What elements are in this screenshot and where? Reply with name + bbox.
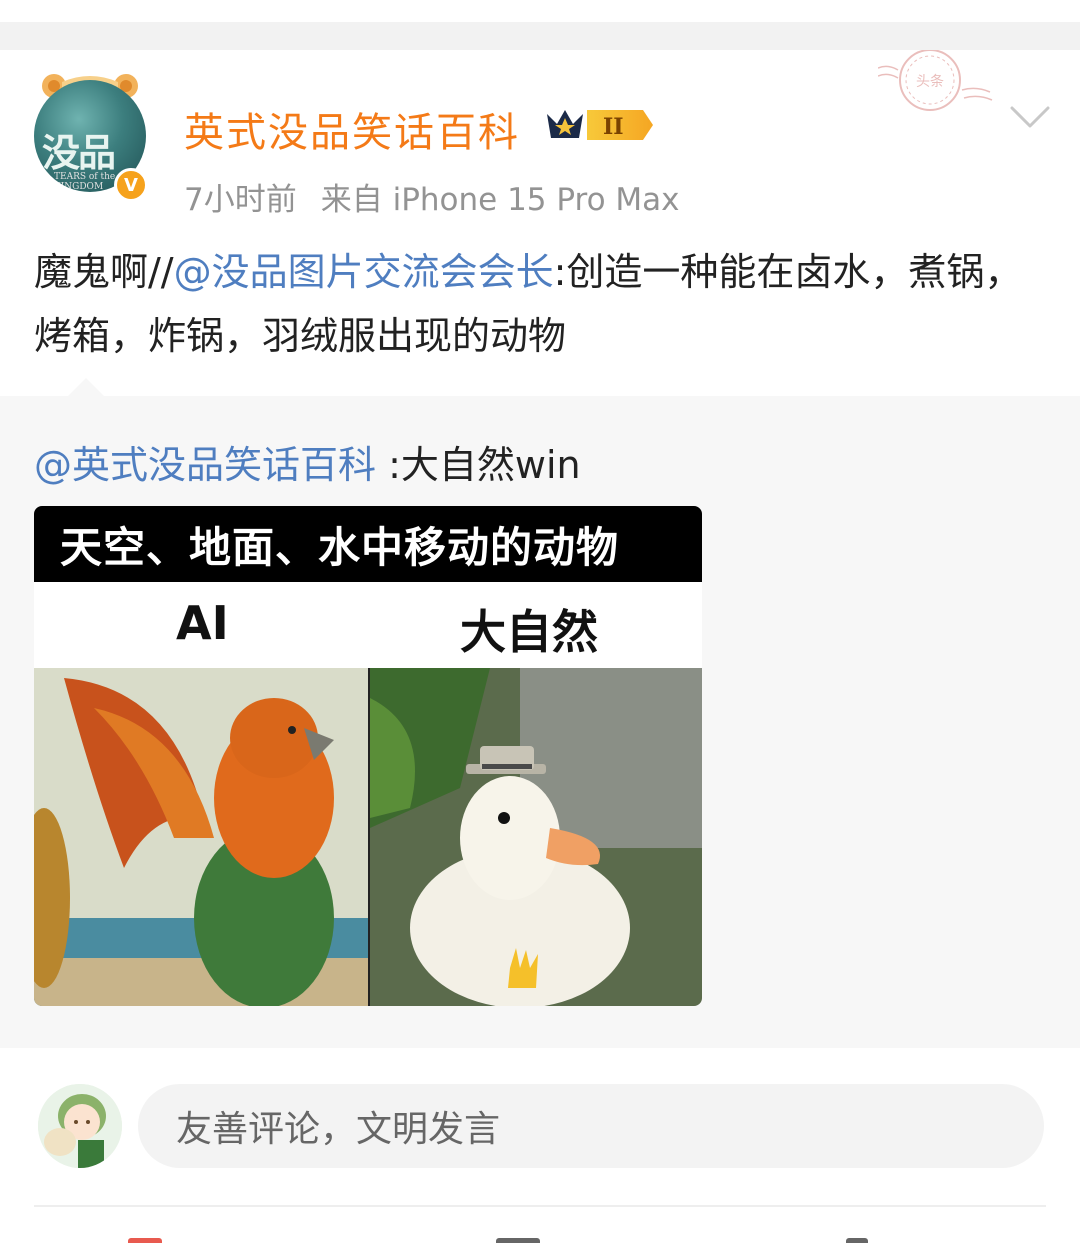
crown-level-icon[interactable]: II <box>543 104 655 146</box>
repost-text: @英式没品笑话百科 :大自然win <box>34 434 581 489</box>
comment-row: 友善评论，文明发言 <box>0 1080 1080 1180</box>
repost-image[interactable]: 天空、地面、水中移动的动物 AI 大自然 <box>34 506 702 1006</box>
comment-input[interactable]: 友善评论，文明发言 <box>138 1084 1044 1168</box>
post-time: 7小时前 <box>184 182 297 218</box>
chevron-down-icon[interactable] <box>1008 102 1052 132</box>
stamp-text: 头条 <box>916 73 944 90</box>
repost-notch <box>68 378 104 396</box>
action-divider <box>34 1205 1046 1207</box>
top-strip <box>0 0 1080 22</box>
post-source: 来自 iPhone 15 Pro Max <box>320 182 680 218</box>
griffin-image <box>34 668 368 1006</box>
feed-gap <box>0 22 1080 50</box>
repost-body: :大自然win <box>376 443 581 487</box>
author-avatar[interactable]: 没品 TEARS of the KINGDOM V <box>34 72 148 202</box>
action-bar <box>0 1232 1080 1243</box>
meme-label-ai: AI <box>176 596 229 650</box>
weibo-post: 头条 没品 TEARS of the KINGDOM V 英式没品笑话百科 II… <box>0 50 1080 1243</box>
author-name[interactable]: 英式没品笑话百科 <box>184 100 520 158</box>
stamp-icon: 头条 <box>878 50 993 111</box>
meme-label-nature: 大自然 <box>460 605 598 659</box>
repost-card[interactable]: @英式没品笑话百科 :大自然win 天空、地面、水中移动的动物 AI 大自然 <box>0 396 1080 1048</box>
repost-mention-link[interactable]: @英式没品笑话百科 <box>34 443 376 487</box>
verified-badge-icon: V <box>114 168 148 202</box>
duck-image <box>370 668 702 1006</box>
repost-icon[interactable] <box>128 1238 162 1243</box>
post-mention-link[interactable]: @没品图片交流会会长 <box>174 250 554 294</box>
like-icon[interactable] <box>846 1238 868 1243</box>
user-avatar[interactable] <box>38 1084 122 1168</box>
avatar-text: 没品 <box>42 131 116 175</box>
level-text: II <box>603 114 624 140</box>
comment-icon[interactable] <box>496 1238 540 1243</box>
meme-banner: 天空、地面、水中移动的动物 <box>34 506 702 582</box>
post-text-prefix: 魔鬼啊// <box>34 250 174 294</box>
post-text: 魔鬼啊//@没品图片交流会会长:创造一种能在卤水，煮锅，烤箱，炸锅，羽绒服出现的… <box>34 240 1044 368</box>
post-meta: 7小时前 来自 iPhone 15 Pro Max <box>184 174 704 219</box>
meme-labels: AI 大自然 <box>34 582 702 668</box>
